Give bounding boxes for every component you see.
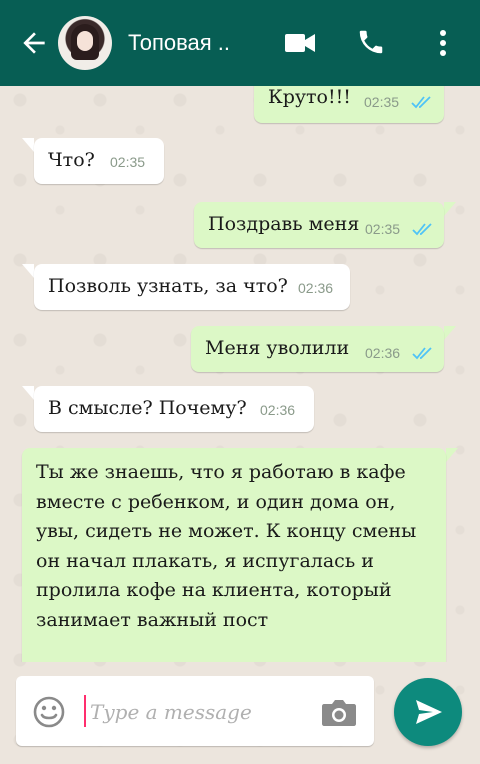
avatar-face [77, 31, 93, 51]
chat-header: Топовая .. [0, 0, 480, 86]
bubble-tail [22, 386, 34, 400]
message-incoming[interactable]: Позволь узнать, за что? 02:36 [34, 264, 350, 310]
double-check-icon [411, 96, 431, 109]
message-text: В смысле? Почему? [48, 397, 247, 419]
message-text: Круто!!! [268, 86, 351, 108]
bubble-tail [444, 326, 456, 340]
message-incoming[interactable]: Что? 02:35 [34, 138, 164, 184]
send-button[interactable] [394, 678, 462, 746]
bubble-tail [446, 448, 458, 462]
message-text: Меня уволили [205, 337, 350, 359]
message-outgoing[interactable]: Меня уволили 02:36 [191, 326, 444, 372]
composer [16, 676, 374, 746]
chat-title[interactable]: Топовая .. [128, 30, 230, 56]
message-text: Позволь узнать, за что? [48, 275, 288, 297]
message-time: 02:36 [260, 402, 296, 418]
message-list[interactable]: Круто!!! 02:35 Что? 02:35 Поздравь меня … [0, 86, 480, 662]
double-check-icon [412, 347, 432, 360]
message-time: 02:35 [365, 221, 401, 237]
double-check-icon [412, 223, 432, 236]
text-cursor [84, 695, 86, 727]
camera-icon[interactable] [320, 698, 358, 728]
message-text: Ты же знаешь, что я работаю в кафе вмест… [36, 461, 417, 631]
message-text: Поздравь меня [208, 213, 360, 235]
message-time: 02:35 [110, 154, 146, 170]
back-arrow-icon[interactable] [18, 27, 50, 59]
message-incoming[interactable]: В смысле? Почему? 02:36 [34, 386, 314, 432]
message-outgoing[interactable]: Круто!!! 02:35 [254, 86, 444, 123]
bubble-tail [444, 202, 456, 216]
message-time: 02:36 [298, 280, 334, 296]
more-vert-icon[interactable] [432, 27, 454, 59]
video-call-icon[interactable] [284, 31, 316, 55]
phone-call-icon[interactable] [356, 27, 386, 57]
message-outgoing[interactable]: Поздравь меня 02:35 [194, 202, 444, 248]
bubble-tail [22, 138, 34, 152]
message-input[interactable] [88, 692, 312, 732]
message-text: Что? [48, 149, 95, 171]
avatar[interactable] [58, 16, 112, 70]
message-outgoing[interactable]: Ты же знаешь, что я работаю в кафе вмест… [22, 448, 446, 662]
send-icon [416, 700, 442, 724]
message-time: 02:35 [364, 94, 400, 110]
message-time: 02:36 [365, 345, 401, 361]
chat-screen: Топовая .. Круто!!! 02:35 Что? 02:35 Поз… [0, 0, 480, 764]
emoji-icon[interactable] [32, 695, 66, 729]
bubble-tail [22, 264, 34, 278]
